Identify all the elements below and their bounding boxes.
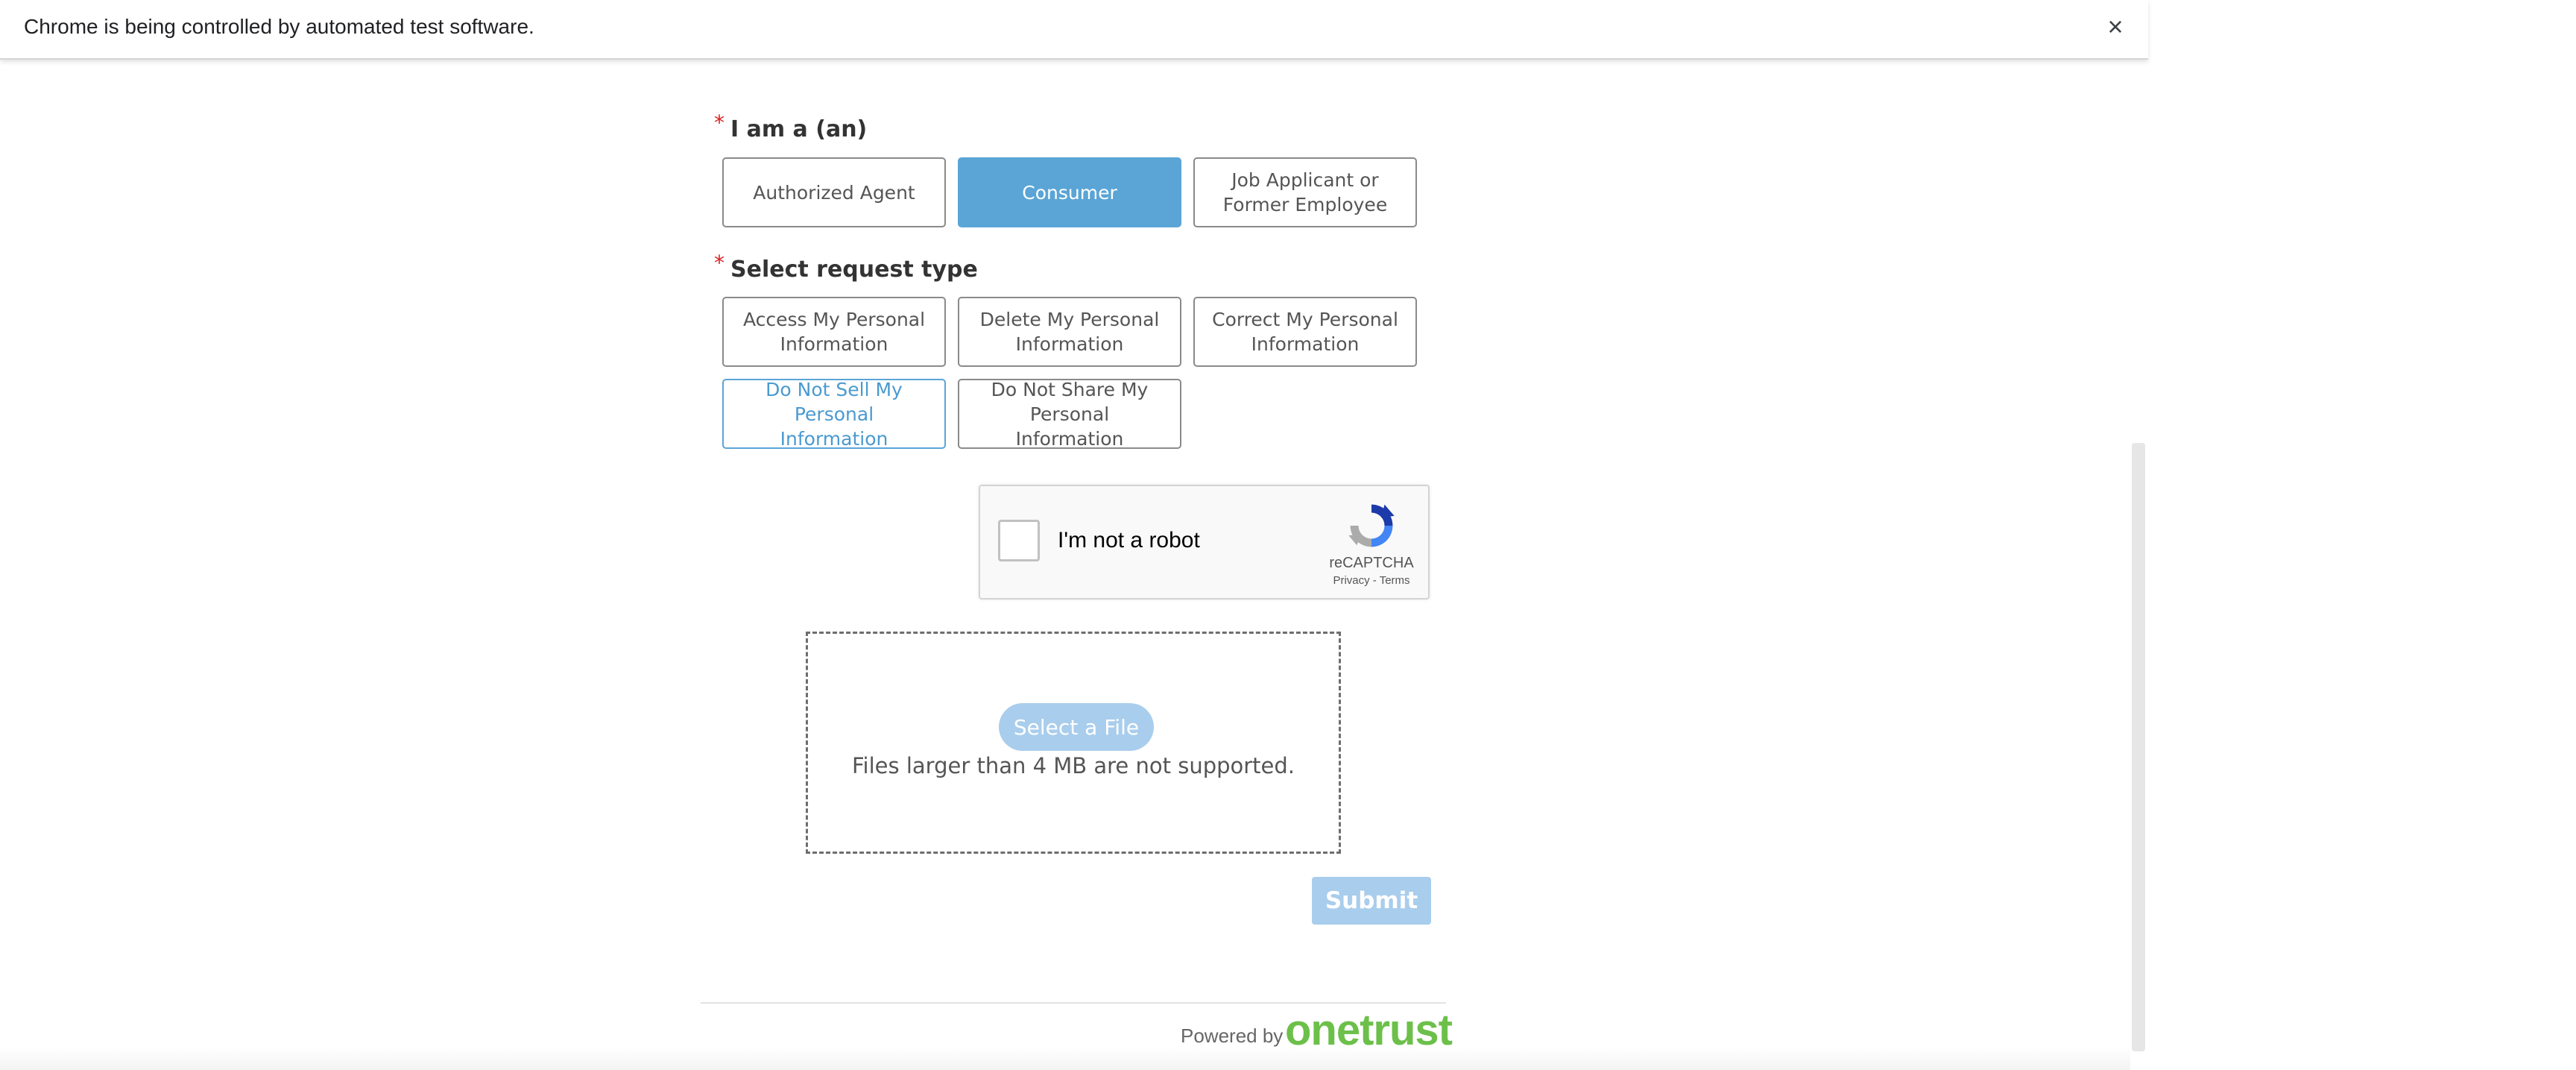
option-access-info[interactable]: Access My Personal Information (722, 297, 946, 367)
recaptcha-widget: I'm not a robot reCAPTCHA Privacy - Term… (979, 485, 1430, 599)
bottom-shadow (0, 1048, 2130, 1070)
recaptcha-brand: reCAPTCHA (1329, 555, 1414, 571)
requester-type-label: I am a (an) (730, 116, 868, 142)
recaptcha-link-separator: - (1369, 574, 1380, 587)
upload-size-note: Files larger than 4 MB are not supported… (851, 753, 1295, 778)
recaptcha-terms-link[interactable]: Terms (1380, 574, 1410, 587)
required-marker: * (714, 110, 724, 135)
powered-by-text: Powered by (1181, 1025, 1284, 1047)
submit-button[interactable]: Submit (1312, 877, 1431, 925)
request-type-label: Select request type (730, 257, 978, 283)
option-do-not-sell[interactable]: Do Not Sell My Personal Information (722, 379, 946, 450)
recaptcha-logo-icon (1348, 504, 1395, 547)
file-drop-zone[interactable]: Select a File Files larger than 4 MB are… (806, 632, 1341, 854)
select-file-button[interactable]: Select a File (999, 703, 1154, 751)
scrollbar-thumb[interactable] (2132, 443, 2145, 1051)
infobar-message: Chrome is being controlled by automated … (24, 15, 534, 38)
option-delete-info[interactable]: Delete My Personal Information (958, 297, 1181, 367)
recaptcha-links: Privacy - Terms (1319, 574, 1424, 587)
privacy-request-form: * I am a (an) Authorized Agent Consumer … (0, 0, 2130, 1070)
recaptcha-privacy-link[interactable]: Privacy (1333, 574, 1369, 587)
option-authorized-agent[interactable]: Authorized Agent (722, 157, 946, 227)
required-marker: * (714, 251, 724, 275)
close-icon[interactable]: × (2099, 10, 2132, 43)
option-do-not-share[interactable]: Do Not Share My Personal Information (958, 379, 1181, 450)
option-job-applicant[interactable]: Job Applicant or Former Employee (1193, 157, 1417, 227)
option-consumer[interactable]: Consumer (958, 157, 1181, 227)
recaptcha-checkbox[interactable] (998, 520, 1040, 561)
footer-divider (701, 1002, 1446, 1004)
option-correct-info[interactable]: Correct My Personal Information (1193, 297, 1417, 367)
recaptcha-label: I'm not a robot (1058, 528, 1200, 553)
automation-infobar: Chrome is being controlled by automated … (0, 0, 2148, 60)
browser-background (2148, 0, 2576, 1070)
